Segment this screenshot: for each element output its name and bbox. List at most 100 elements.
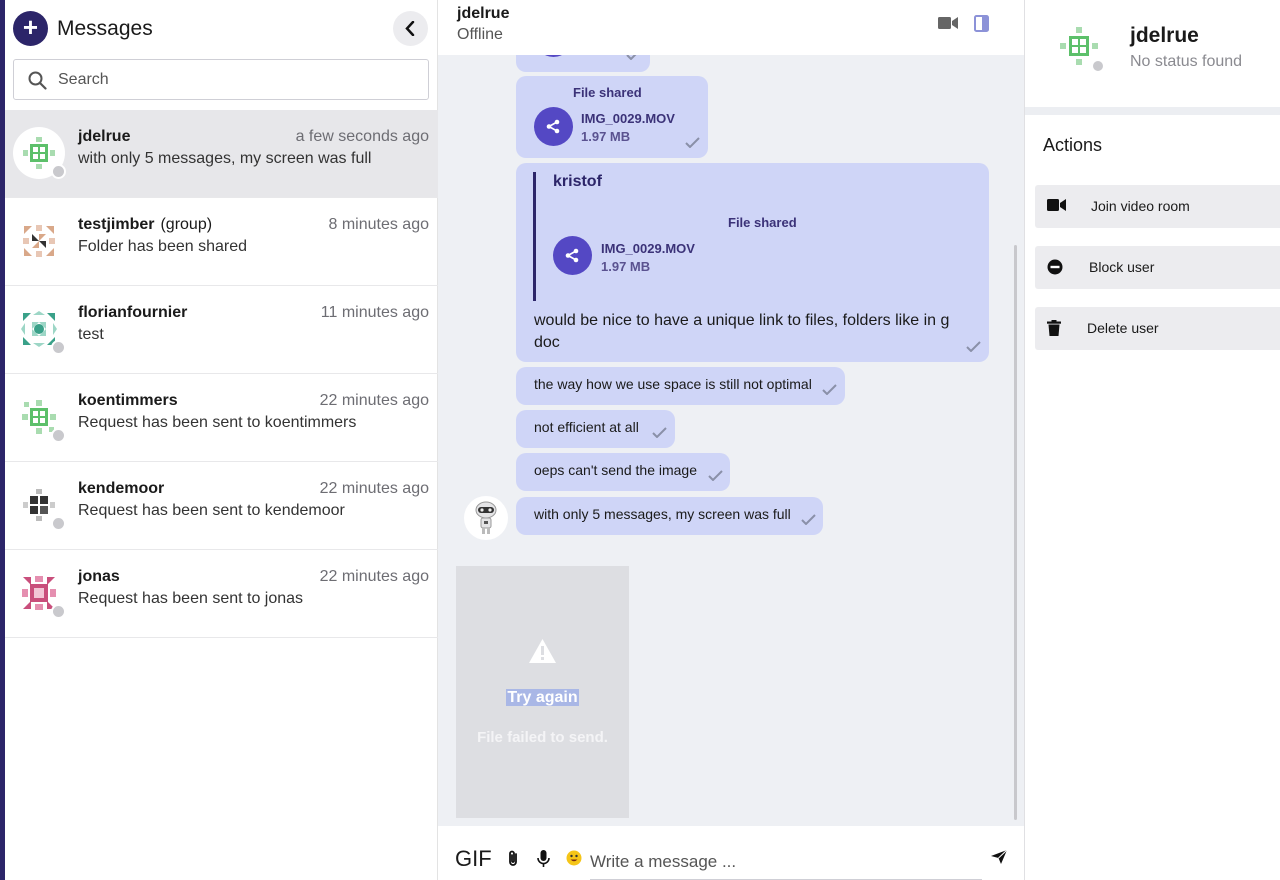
message-bubble[interactable]: the way how we use space is still not op… (516, 367, 845, 405)
join-video-room-button[interactable]: Join video room (1035, 185, 1280, 228)
checkmark-icon (652, 427, 667, 438)
chat-header: jdelrue Offline (438, 0, 1024, 55)
file-shared-label: File shared (728, 215, 797, 230)
file-shared-label: File shared (573, 85, 642, 100)
conversation-preview: with only 5 messages, my screen was full (78, 150, 372, 167)
block-icon (1047, 259, 1063, 275)
robot-icon (475, 501, 497, 534)
search-icon (28, 71, 47, 90)
chat-panel: File shared IMG_0029.MOV 1.97 MB kristof… (438, 0, 1024, 880)
video-call-icon[interactable] (938, 16, 958, 30)
paperclip-icon[interactable] (507, 850, 520, 867)
send-icon[interactable] (990, 849, 1008, 865)
message-bubble[interactable]: with only 5 messages, my screen was full (516, 497, 823, 535)
emoji-icon[interactable] (566, 850, 582, 866)
search-input[interactable] (58, 68, 418, 92)
file-name: IMG_0029.MOV (581, 111, 675, 126)
message-list[interactable]: File shared IMG_0029.MOV 1.97 MB kristof… (438, 0, 1024, 826)
try-again-button[interactable]: Try again (456, 689, 629, 707)
delete-user-button[interactable]: Delete user (1035, 307, 1280, 350)
message-bubble[interactable]: not efficient at all (516, 410, 675, 448)
file-size: 1.97 MB (601, 259, 651, 274)
quote-bar (533, 172, 536, 301)
reply-message-bubble[interactable]: kristof File shared IMG_0029.MOV 1.97 MB… (516, 163, 989, 362)
conversation-item[interactable]: jdelrue a few seconds ago with only 5 me… (5, 110, 438, 198)
trash-icon (1047, 320, 1061, 336)
sender-avatar (464, 496, 508, 540)
file-message-bubble[interactable]: File shared IMG_0029.MOV 1.97 MB (516, 76, 708, 158)
conversation-item[interactable]: jonas 22 minutes ago Request has been se… (5, 550, 438, 638)
sidebar-header: + Messages (5, 0, 438, 58)
profile-name: jdelrue (1130, 24, 1199, 47)
conversation-name: jonas (78, 568, 120, 585)
toggle-panel-icon[interactable] (974, 15, 989, 32)
conversation-time: 22 minutes ago (319, 568, 429, 585)
message-text: not efficient at all (534, 419, 639, 435)
chat-title: jdelrue (457, 5, 510, 22)
status-dot (51, 604, 66, 619)
search-box[interactable] (13, 59, 429, 100)
quote-author: kristof (553, 173, 602, 190)
collapse-sidebar-button[interactable] (393, 11, 428, 46)
share-icon (565, 248, 579, 263)
gif-button[interactable]: GIF (455, 846, 492, 872)
file-name: IMG_0029.MOV (601, 241, 695, 256)
conversation-item[interactable]: kendemoor 22 minutes ago Request has bee… (5, 462, 438, 550)
scrollbar[interactable] (1014, 245, 1017, 820)
status-dot (51, 164, 66, 179)
conversation-preview: Request has been sent to koentimmers (78, 414, 357, 431)
conversation-item[interactable]: koentimmers 22 minutes ago Request has b… (5, 374, 438, 462)
conversation-list: jdelrue a few seconds ago with only 5 me… (5, 110, 438, 638)
conversation-time: 8 minutes ago (328, 216, 429, 233)
chevron-left-icon (405, 21, 415, 36)
checkmark-icon (822, 384, 837, 395)
action-label: Delete user (1087, 320, 1159, 336)
status-dot (51, 428, 66, 443)
conversation-time: 11 minutes ago (320, 304, 429, 321)
conversation-name: florianfournier (78, 304, 188, 321)
profile-status: No status found (1130, 53, 1243, 70)
share-button[interactable] (553, 236, 592, 275)
conversation-name: jdelrue (78, 128, 131, 145)
checkmark-icon (685, 137, 700, 148)
conversation-item[interactable]: florianfournier 11 minutes ago test (5, 286, 438, 374)
status-dot (1091, 59, 1105, 73)
block-user-button[interactable]: Block user (1035, 246, 1280, 289)
message-text: the way how we use space is still not op… (534, 376, 812, 392)
message-text: doc (534, 334, 560, 351)
conversation-item[interactable]: testjimber (group) 8 minutes ago Folder h… (5, 198, 438, 286)
conversation-name: kendemoor (78, 480, 165, 497)
share-icon (546, 119, 560, 134)
message-text: with only 5 messages, my screen was full (534, 506, 791, 522)
try-again-label: Try again (506, 689, 579, 706)
new-message-button[interactable]: + (13, 11, 48, 46)
conversation-preview: Request has been sent to kendemoor (78, 502, 345, 519)
messenger-app: + Messages jdelrue a few second (0, 0, 1280, 880)
message-composer: GIF (438, 826, 1024, 880)
file-size: 1.97 MB (581, 129, 631, 144)
sidebar: + Messages jdelrue a few second (5, 0, 438, 880)
conversation-time: 22 minutes ago (319, 392, 429, 409)
message-input[interactable] (590, 844, 982, 880)
share-button[interactable] (534, 107, 573, 146)
warning-icon (529, 639, 556, 663)
status-dot (51, 516, 66, 531)
checkmark-icon (966, 341, 981, 352)
conversation-name: testjimber (group) (78, 216, 213, 233)
checkmark-icon (708, 470, 723, 481)
conversation-time: 22 minutes ago (319, 480, 429, 497)
profile-header: jdelrue No status found (1025, 0, 1280, 107)
avatar (13, 215, 65, 267)
profile-panel: jdelrue No status found Actions Join vid… (1024, 0, 1280, 880)
action-label: Join video room (1091, 198, 1190, 214)
chat-status: Offline (457, 26, 503, 43)
video-camera-icon (1047, 199, 1066, 211)
microphone-icon[interactable] (537, 850, 550, 867)
message-bubble[interactable]: oeps can't send the image (516, 453, 730, 491)
message-text: oeps can't send the image (534, 462, 698, 478)
sidebar-title: Messages (57, 17, 153, 40)
divider (1025, 107, 1280, 115)
identicon-icon (23, 225, 55, 257)
action-label: Block user (1089, 259, 1155, 275)
conversation-preview: Request has been sent to jonas (78, 590, 304, 607)
